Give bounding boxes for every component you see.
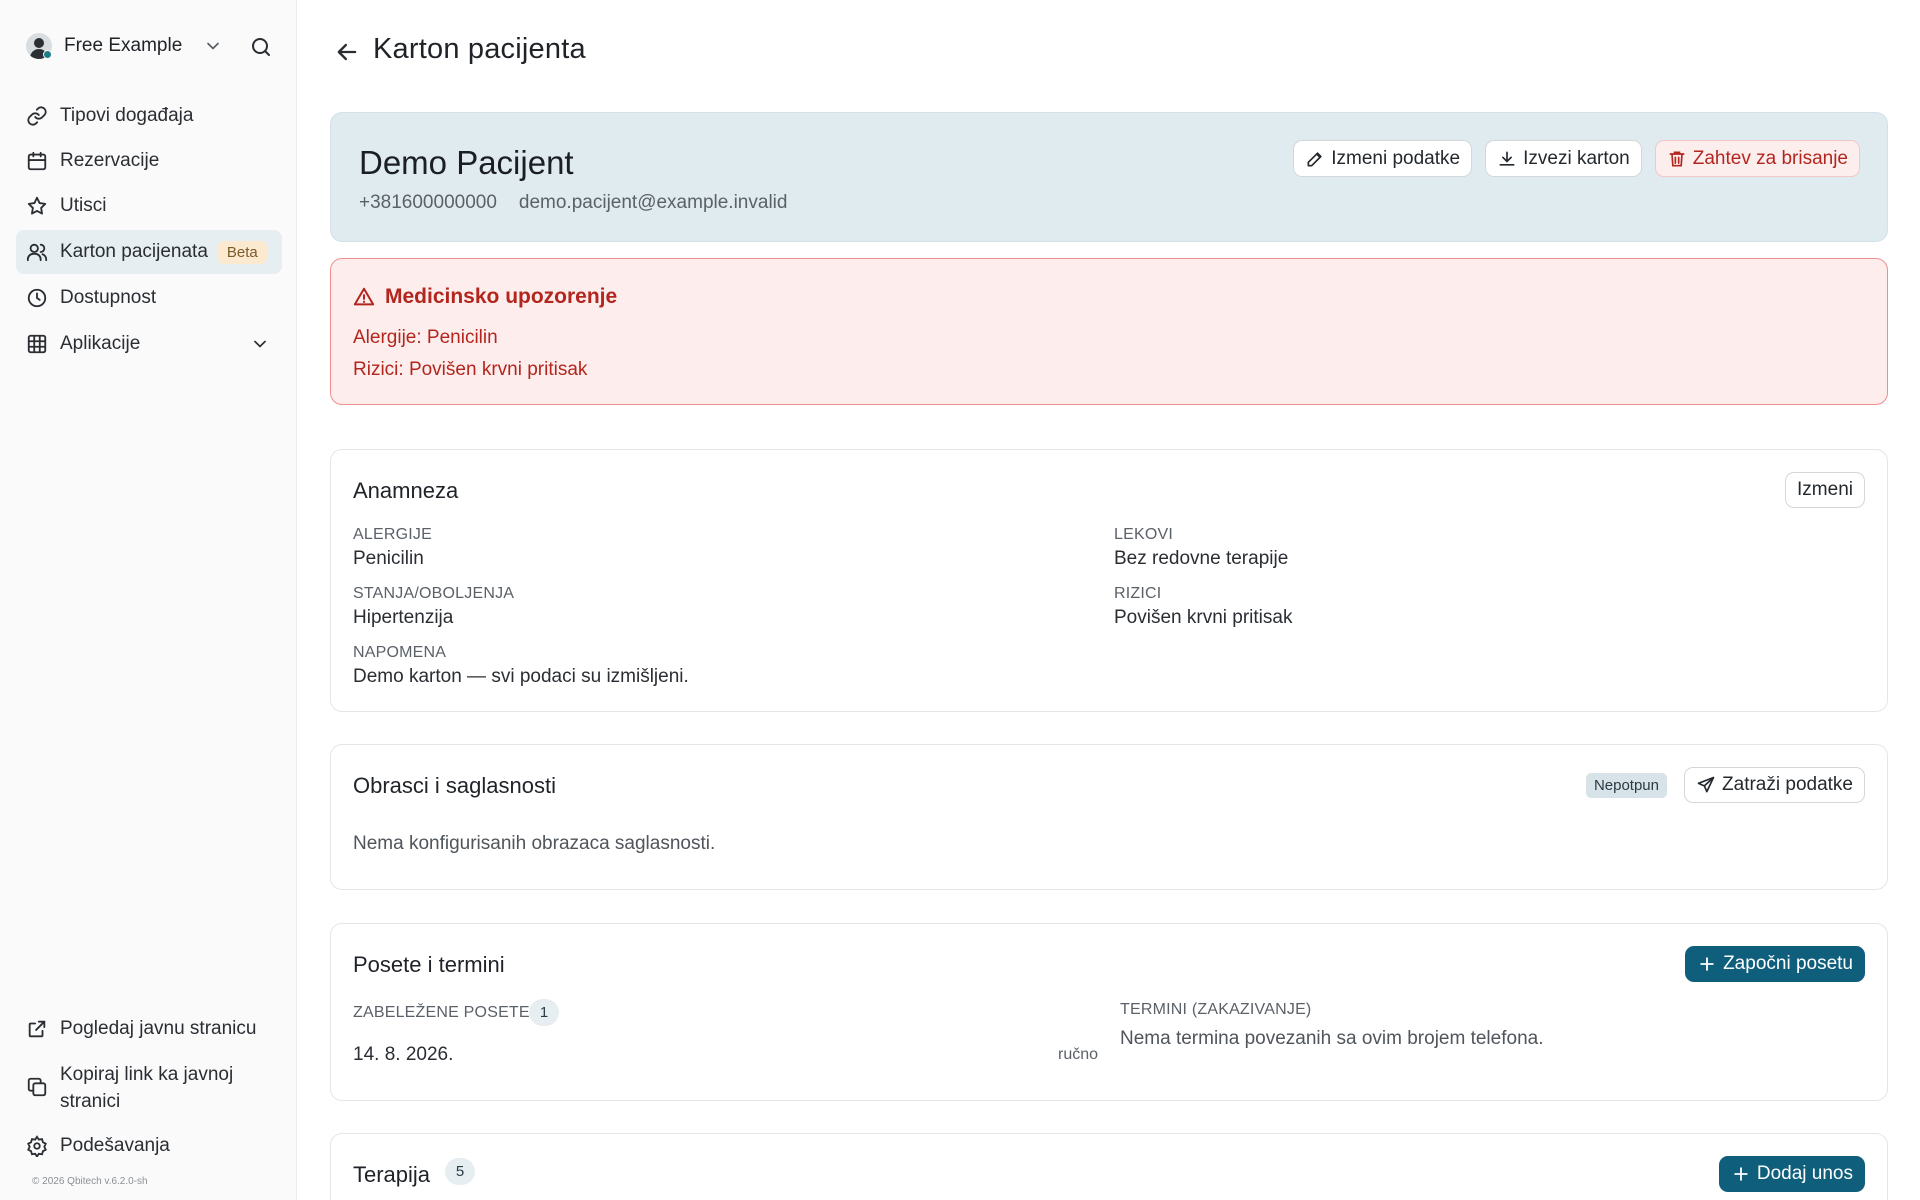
status-dot [43,50,52,59]
workspace-name: Free Example [64,35,183,56]
field-value-conditions: Hipertenzija [353,607,454,628]
start-visit-label: Započni posetu [1723,953,1853,974]
search-icon[interactable] [249,35,273,59]
field-label-medications: LEKOVI [1114,526,1174,543]
forms-empty-text: Nema konfigurisanih obrazaca saglasnosti… [353,833,716,854]
alert-title-text: Medicinsko upozorenje [385,285,618,308]
patient-header-card: Demo Pacijent +381600000000 demo.pacijen… [330,112,1888,242]
delete-request-button[interactable]: Zahtev za brisanje [1654,140,1860,177]
plus-icon [1700,957,1714,971]
sidebar-item-event-types[interactable]: Tipovi događaja [16,94,282,138]
page-title: Karton pacijenta [373,33,586,65]
patient-phone: +381600000000 [359,192,497,213]
delete-request-label: Zahtev za brisanje [1692,147,1848,169]
visit-source: ručno [1058,1046,1099,1063]
settings-link[interactable]: Podešavanja [16,1132,282,1159]
field-label-conditions: STANJA/OBOLJENJA [353,585,515,602]
gear-icon [27,1135,47,1157]
appointments-empty-text: Nema termina povezanih sa ovim brojem te… [1120,1028,1544,1049]
field-label-note: NAPOMENA [353,644,447,661]
field-label-risks: RIZICI [1114,585,1162,602]
visits-panel: Posete i termini Započni posetu ZABELEŽE… [330,923,1888,1101]
sidebar: Free Example Tipovi događaja Rezervacije… [0,0,297,1200]
request-data-label: Zatraži podatke [1722,774,1853,795]
field-value-risks: Povišen krvni pritisak [1114,607,1293,628]
alert-allergies: Alergije: Penicilin [353,327,498,348]
anamnesis-edit-label: Izmeni [1797,479,1853,500]
view-public-page-link[interactable]: Pogledaj javnu stranicu [16,1015,282,1042]
clock-icon [27,288,47,308]
add-entry-label: Dodaj unos [1756,1163,1853,1184]
therapy-title: Terapija [353,1162,431,1187]
plus-icon [1734,1167,1748,1181]
copyright: © 2026 Qbitech v.6.2.0-sh [32,1176,148,1187]
pencil-icon [1307,151,1322,166]
sidebar-item-reviews[interactable]: Utisci [16,184,282,228]
send-icon [1697,776,1715,793]
alert-title: Medicinsko upozorenje [353,285,617,309]
medical-alert: Medicinsko upozorenje Alergije: Penicili… [330,258,1888,405]
sidebar-item-availability[interactable]: Dostupnost [16,276,282,320]
patient-name: Demo Pacijent [359,144,574,181]
sidebar-item-label: Karton pacijenata [60,241,208,262]
users-icon [26,243,48,262]
chevron-down-icon [207,42,219,50]
star-icon [27,196,47,215]
copy-icon [27,1077,47,1097]
patient-contact: +381600000000 demo.pacijent@example.inva… [359,192,787,214]
sidebar-item-label: Kopiraj link ka javnoj stranici [60,1064,234,1112]
export-record-button[interactable]: Izvezi karton [1485,140,1642,177]
link-icon [27,106,47,126]
sidebar-item-patient-records[interactable]: Karton pacijenata Beta [16,230,282,274]
export-record-label: Izvezi karton [1523,147,1630,169]
sidebar-item-label: Aplikacije [60,333,141,354]
field-value-note: Demo karton — svi podaci su izmišljeni. [353,666,689,687]
status-badge: Nepotpun [1585,773,1667,798]
anamnesis-edit-button[interactable]: Izmeni [1785,472,1865,508]
warning-icon [353,287,375,306]
calendar-icon [27,151,47,171]
sidebar-item-label: Dostupnost [60,287,157,308]
sidebar-item-bookings[interactable]: Rezervacije [16,139,282,183]
therapy-count: 5 [445,1158,475,1185]
start-visit-button[interactable]: Započni posetu [1685,946,1865,982]
edit-data-button[interactable]: Izmeni podatke [1293,140,1473,177]
recorded-visits-count: 1 [529,999,559,1026]
sidebar-item-label: Utisci [60,195,107,216]
forms-panel: Obrasci i saglasnosti Nepotpun Zatraži p… [330,744,1888,890]
external-link-icon [28,1020,46,1038]
request-data-button[interactable]: Zatraži podatke [1684,767,1865,803]
download-icon [1499,151,1515,166]
field-value-allergies: Penicilin [353,548,424,569]
trash-icon [1669,151,1685,166]
field-value-medications: Bez redovne terapije [1114,548,1289,569]
visits-title: Posete i termini [353,952,505,977]
sidebar-item-label: Pogledaj javnu stranicu [60,1018,257,1039]
anamnesis-panel: Anamneza Izmeni ALERGIJE Penicilin LEKOV… [330,449,1888,712]
field-label-allergies: ALERGIJE [353,526,432,543]
add-entry-button[interactable]: Dodaj unos [1718,1156,1865,1192]
copy-public-link[interactable]: Kopiraj link ka javnoj stranici [16,1061,256,1115]
recorded-visits-label: ZABELEŽENE POSETE [353,1004,530,1021]
sidebar-item-apps[interactable]: Aplikacije [16,322,282,366]
workspace-switcher[interactable]: Free Example [26,30,276,62]
patient-email: demo.pacijent@example.invalid [518,192,788,213]
edit-data-label: Izmeni podatke [1331,147,1461,169]
anamnesis-title: Anamneza [353,478,459,503]
sidebar-item-label: Podešavanja [60,1135,170,1156]
beta-badge: Beta [217,240,267,264]
alert-risks: Rizici: Povišen krvni pritisak [353,359,588,380]
forms-title: Obrasci i saglasnosti [353,773,556,798]
appointments-label: TERMINI (ZAKAZIVANJE) [1120,1001,1312,1018]
chevron-down-icon [254,340,266,348]
sidebar-item-label: Tipovi događaja [60,105,194,126]
therapy-panel: Terapija 5 Dodaj unos [330,1133,1888,1200]
back-arrow-icon[interactable] [333,38,361,66]
visit-date[interactable]: 14. 8. 2026. [353,1044,453,1066]
grid-icon [27,334,47,354]
sidebar-item-label: Rezervacije [60,150,160,171]
